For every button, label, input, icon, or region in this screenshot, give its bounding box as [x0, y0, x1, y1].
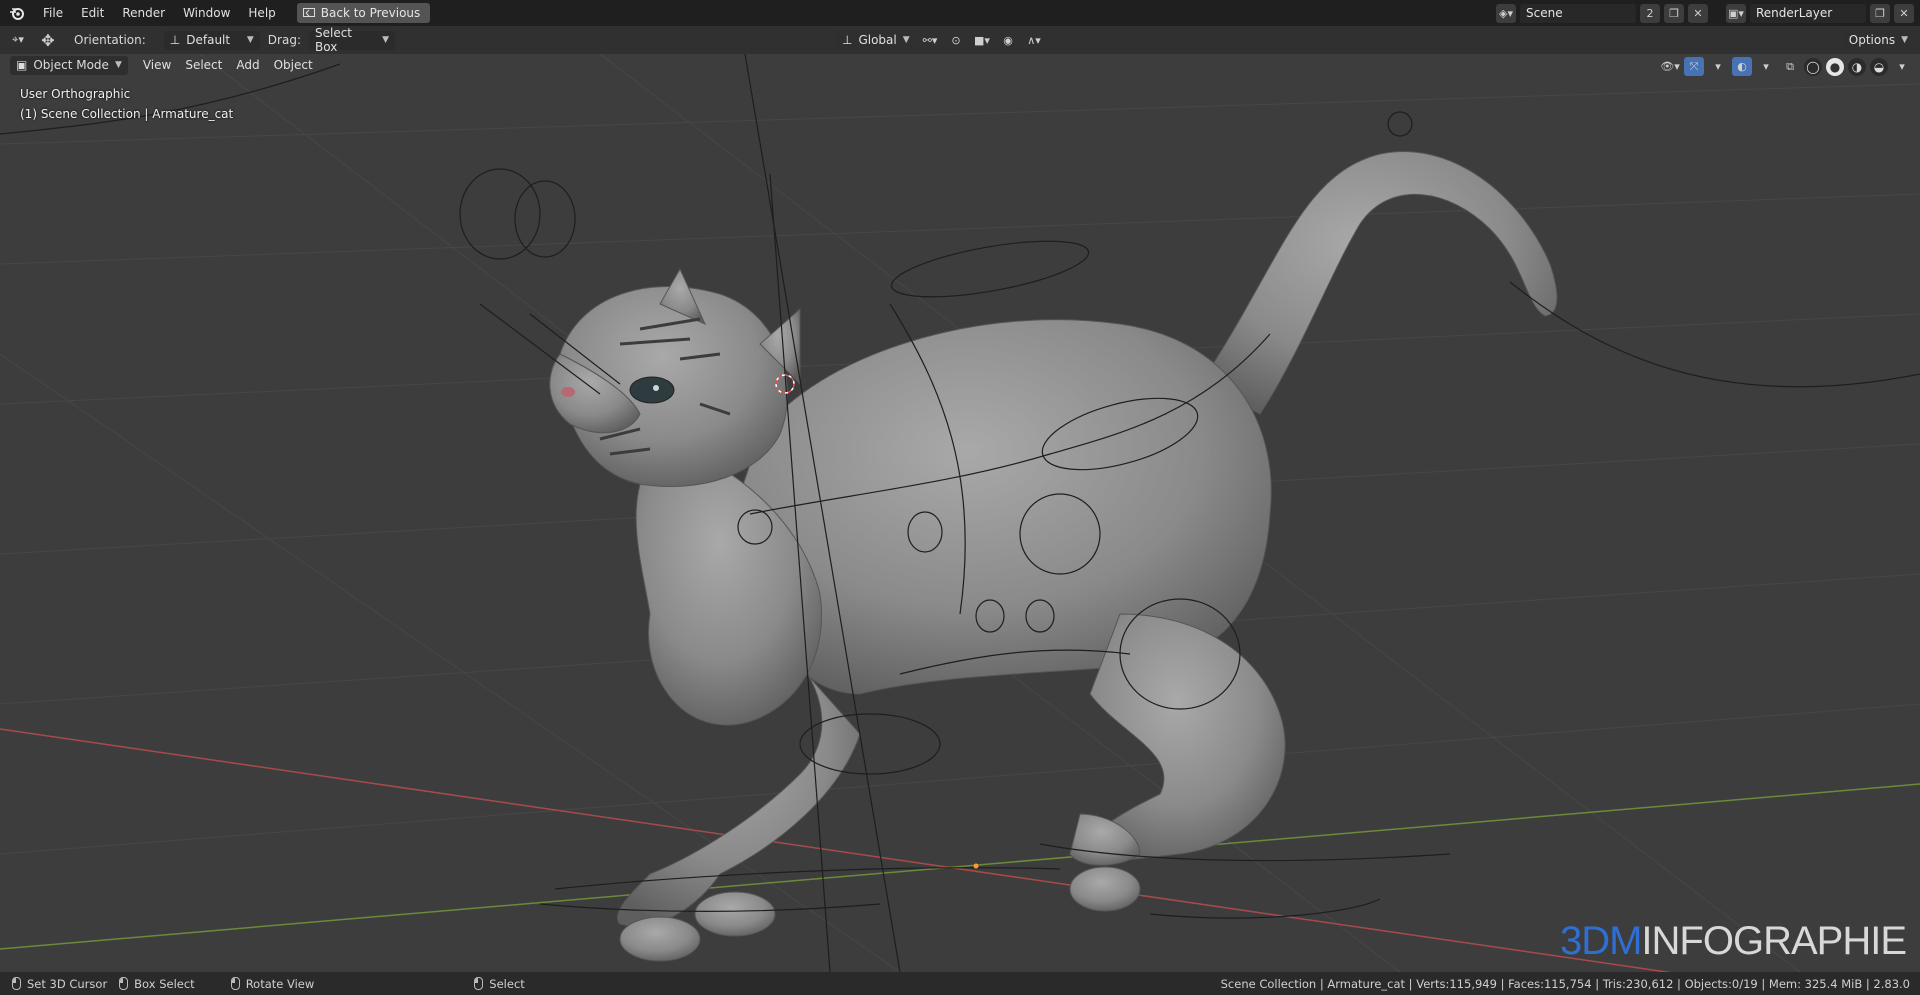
proportional-edit-icon[interactable]: ◉ — [998, 31, 1018, 50]
render-layer-close-icon[interactable]: ✕ — [1894, 3, 1914, 23]
visibility-icon[interactable]: 👁▾ — [1660, 57, 1680, 76]
pivot-point-icon[interactable]: ⚯▾ — [920, 31, 940, 50]
back-to-previous-button[interactable]: Back to Previous — [296, 3, 431, 23]
menu-window[interactable]: Window — [174, 0, 239, 26]
menu-render[interactable]: Render — [113, 0, 174, 26]
cat-model[interactable] — [549, 151, 1558, 962]
chevron-down-icon: ▼ — [114, 60, 122, 70]
scene-name-field[interactable]: Scene — [1520, 3, 1636, 23]
render-layer-text: RenderLayer — [1756, 6, 1833, 20]
watermark-part-b: INFOGRAPHIE — [1641, 919, 1907, 963]
3d-viewport[interactable]: ▣ Object Mode ▼ View Select Add Object 👁… — [0, 54, 1920, 972]
render-layer-copy-icon[interactable]: ❐ — [1870, 3, 1890, 23]
mouse-drag-icon — [119, 977, 129, 990]
editor-type-icon[interactable]: ⌖▾ — [8, 31, 28, 50]
xray-icon[interactable]: ⧉ — [1780, 57, 1800, 76]
cat-eye-highlight — [653, 385, 659, 391]
render-layer-browse-icon[interactable]: ▣▾ — [1726, 3, 1746, 23]
cat-nose — [561, 387, 575, 397]
falloff-icon[interactable]: ∧▾ — [1024, 31, 1044, 50]
chevron-down-icon[interactable]: ▾ — [1756, 57, 1776, 76]
material-shading-icon[interactable]: ◑ — [1848, 57, 1866, 76]
status-rotate-view: Rotate View — [230, 976, 315, 991]
drag-label: Drag: — [267, 33, 301, 47]
chevron-down-icon: ▼ — [246, 35, 254, 45]
chevron-down-icon[interactable]: ▾ — [1892, 57, 1912, 76]
scene-statistics: Scene Collection | Armature_cat | Verts:… — [1220, 976, 1910, 991]
object-mode-value: Object Mode — [33, 58, 109, 72]
status-box-select: Box Select — [119, 977, 195, 991]
view-name: User Orthographic — [20, 87, 131, 101]
rendered-shading-icon[interactable]: ◒ — [1870, 57, 1888, 76]
menu-view[interactable]: View — [136, 56, 178, 75]
mouse-right-icon — [474, 977, 484, 990]
status-rotate-view-label: Rotate View — [245, 976, 315, 991]
back-to-previous-label: Back to Previous — [320, 6, 421, 20]
status-select: Select — [474, 976, 525, 991]
viewport-scene[interactable] — [0, 54, 1920, 972]
gizmo-icon[interactable]: ⤧ — [1684, 57, 1704, 76]
orientation-dropdown[interactable]: ⊥ Default ▼ — [163, 30, 260, 50]
chevron-down-icon[interactable]: ▾ — [1708, 57, 1728, 76]
status-set-3d-cursor: Set 3D Cursor — [12, 977, 107, 991]
menu-object[interactable]: Object — [267, 56, 320, 75]
object-mode-dropdown[interactable]: ▣ Object Mode ▼ — [10, 55, 128, 75]
mouse-left-icon — [12, 977, 21, 990]
collection-info: (1) Scene Collection | Armature_cat — [20, 107, 234, 121]
cat-eye — [629, 376, 675, 404]
tool-header: ⌖▾ ✥ Orientation: ⊥ Default ▼ Drag: Sele… — [0, 26, 1920, 54]
menu-add[interactable]: Add — [229, 56, 266, 75]
axes-icon: ⊥ — [169, 33, 181, 47]
orientation-label: Orientation: — [74, 33, 146, 47]
top-menu-bar: File Edit Render Window Help Back to Pre… — [0, 0, 1920, 26]
solid-shading-icon[interactable]: ● — [1826, 57, 1844, 76]
watermark-part-a: 3DM — [1559, 919, 1642, 963]
render-layer-field[interactable]: RenderLayer — [1750, 3, 1866, 23]
menu-edit[interactable]: Edit — [72, 0, 113, 26]
scene-browse-icon[interactable]: ◈▾ — [1496, 3, 1516, 23]
transform-orientation-dropdown[interactable]: ⊥ Global ▼ — [836, 30, 914, 50]
options-dropdown[interactable]: Options ▼ — [1842, 30, 1914, 50]
status-bar: Set 3D Cursor Box Select Rotate View Sel… — [0, 972, 1920, 995]
menu-help[interactable]: Help — [239, 0, 284, 26]
overlays-icon[interactable]: ◐ — [1732, 57, 1752, 76]
status-box-select-label: Box Select — [134, 976, 195, 991]
status-select-label: Select — [489, 976, 525, 991]
viewport-header: ▣ Object Mode ▼ View Select Add Object — [0, 54, 1920, 76]
watermark-logo: 3DMINFOGRAPHIE — [1559, 919, 1907, 964]
chevron-down-icon: ▼ — [902, 35, 910, 45]
transform-orientation-value: Global — [858, 33, 897, 47]
snap-icon[interactable]: ⊙ — [946, 31, 966, 50]
blender-logo-icon[interactable] — [0, 0, 34, 26]
orientation-value: Default — [186, 33, 231, 47]
mouse-middle-icon — [230, 977, 240, 990]
snap-target-icon[interactable]: ■▾ — [972, 31, 992, 50]
scene-selector-group: ◈▾ Scene 2 ❐ ✕ ▣▾ RenderLayer ❐ ✕ — [1496, 0, 1920, 26]
axes-icon: ⊥ — [842, 33, 853, 47]
drag-dropdown[interactable]: Select Box ▼ — [308, 26, 395, 54]
scene-name-text: Scene — [1526, 6, 1563, 20]
menu-file[interactable]: File — [34, 0, 72, 26]
cube-icon: ▣ — [16, 58, 28, 72]
origin-point — [973, 863, 979, 869]
viewport-shading-group: 👁▾ ⤧ ▾ ◐ ▾ ⧉ ◯ ● ◑ ◒ ▾ — [1660, 57, 1912, 76]
transform-controls: ⊥ Global ▼ ⚯▾ ⊙ ■▾ ◉ ∧▾ — [836, 30, 1044, 50]
wireframe-shading-icon[interactable]: ◯ — [1804, 57, 1822, 76]
screen-icon — [302, 8, 315, 17]
chevron-down-icon: ▼ — [382, 35, 389, 45]
options-label: Options — [1848, 33, 1896, 47]
scene-copy-icon[interactable]: ❐ — [1664, 3, 1684, 23]
move-tool-icon[interactable]: ✥ — [38, 31, 58, 50]
chevron-down-icon: ▼ — [1901, 35, 1908, 45]
status-set-3d-cursor-label: Set 3D Cursor — [27, 976, 108, 991]
scene-users-count[interactable]: 2 — [1640, 3, 1660, 23]
drag-value: Select Box — [314, 26, 353, 54]
scene-close-icon[interactable]: ✕ — [1688, 3, 1708, 23]
menu-select[interactable]: Select — [178, 56, 229, 75]
